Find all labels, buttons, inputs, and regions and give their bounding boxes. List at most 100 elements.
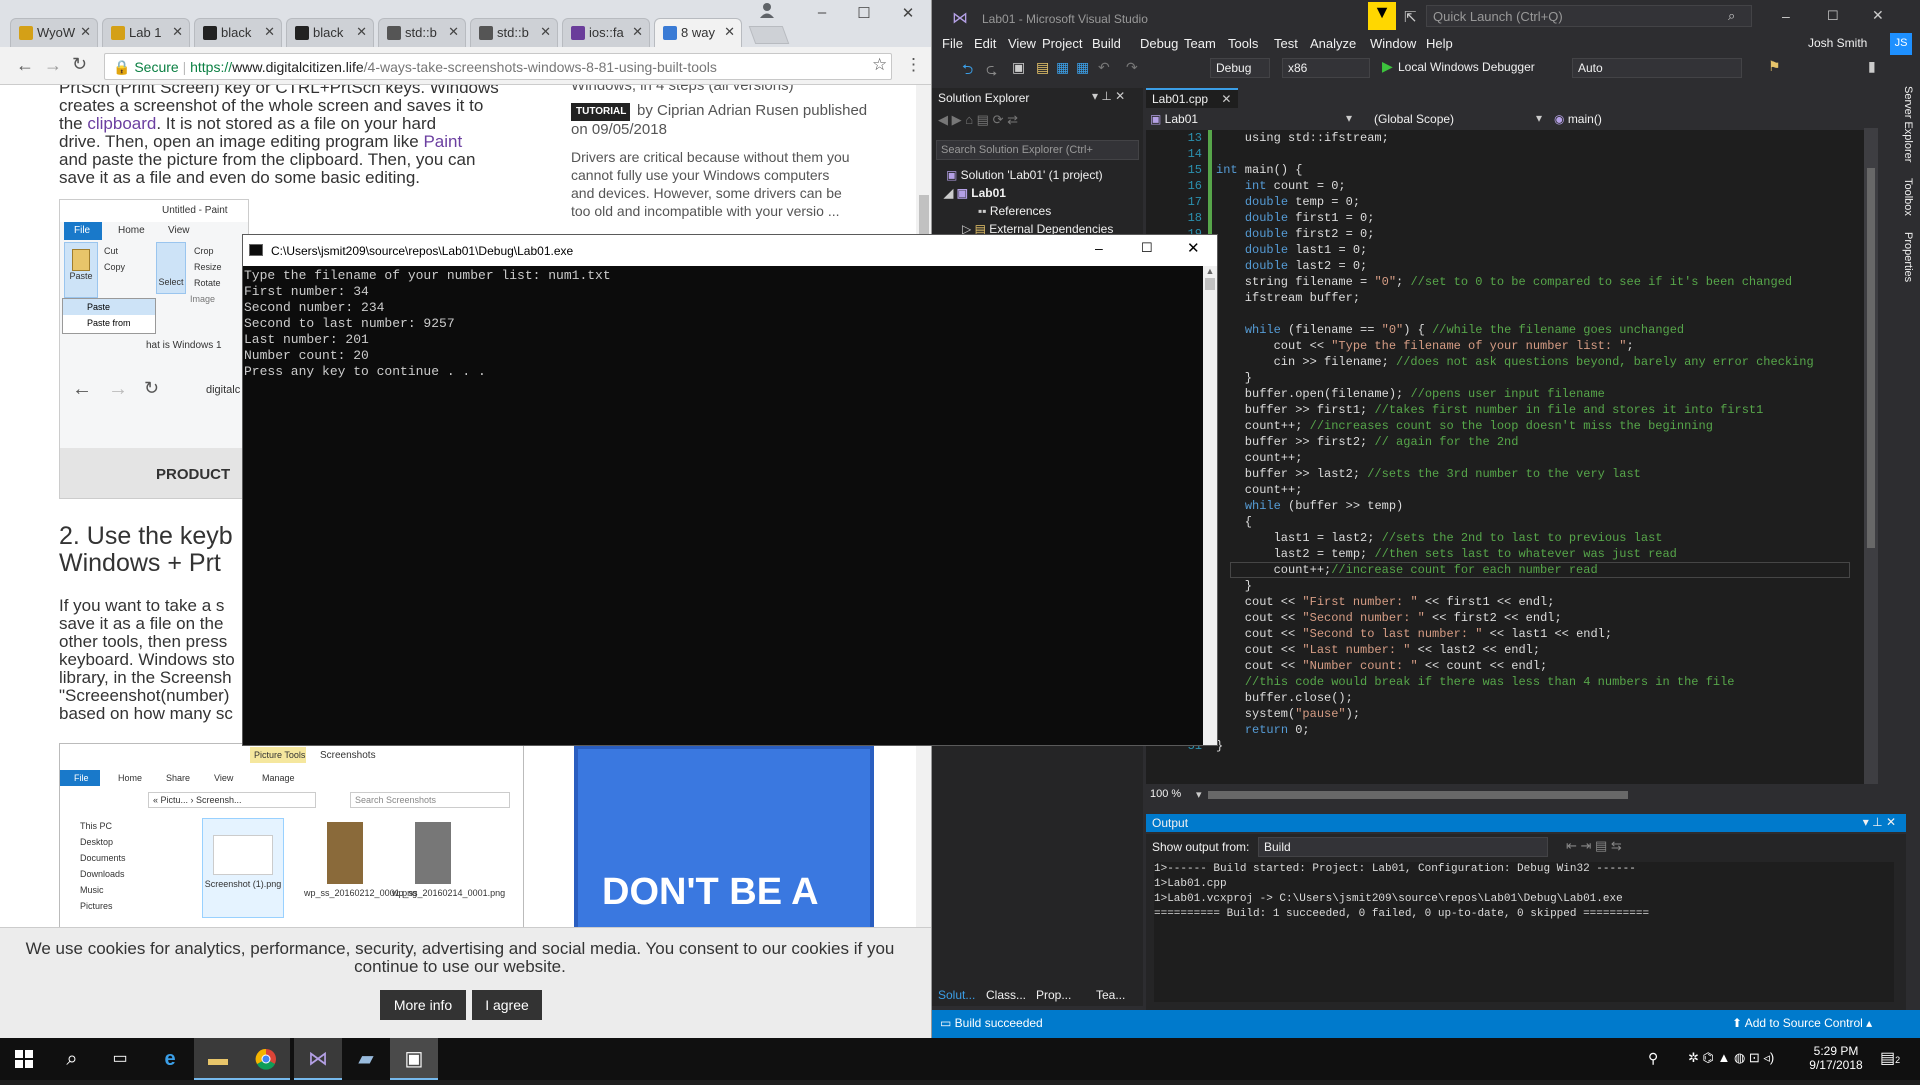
task-view-icon[interactable]: ▭: [96, 1038, 144, 1080]
tab-team[interactable]: Tea...: [1096, 988, 1125, 1002]
save-all-icon[interactable]: ▦: [1076, 59, 1089, 76]
browser-tab[interactable]: black ✕: [194, 18, 282, 47]
close-tab-icon[interactable]: ✕: [356, 24, 367, 40]
close-tab-icon[interactable]: ✕: [448, 24, 459, 40]
console-output[interactable]: Type the filename of your number list: n…: [243, 266, 1209, 745]
output-text[interactable]: 1>------ Build started: Project: Lab01, …: [1154, 862, 1894, 1002]
code-line[interactable]: 28 }: [1146, 370, 1866, 386]
config-dropdown[interactable]: Debug: [1210, 58, 1270, 78]
code-line[interactable]: 24: [1146, 306, 1866, 322]
code-line[interactable]: 42 cout << "First number: " << first1 <<…: [1146, 594, 1866, 610]
code-line[interactable]: 47 //this code would break if there was …: [1146, 674, 1866, 690]
close-tab-icon[interactable]: ✕: [264, 24, 275, 40]
scope-file-dropdown-icon[interactable]: ▾: [1346, 111, 1352, 125]
feedback-icon[interactable]: ⇱: [1404, 8, 1417, 26]
back-icon[interactable]: ←: [16, 55, 34, 76]
output-pin-close-icon[interactable]: ▾ ⊥ ✕: [1863, 815, 1896, 829]
more-info-button[interactable]: More info: [380, 990, 466, 1020]
console-close-button[interactable]: ✕: [1187, 239, 1200, 257]
run-target[interactable]: Local Windows Debugger: [1398, 60, 1535, 74]
tab-properties[interactable]: Prop...: [1036, 988, 1071, 1002]
vs-maximize-button[interactable]: ☐: [1827, 8, 1839, 24]
solution-configs-icon[interactable]: ⚑: [1768, 58, 1781, 75]
close-tab-icon[interactable]: ✕: [80, 24, 91, 40]
browser-tab[interactable]: std::b ✕: [378, 18, 466, 47]
menu-analyze[interactable]: Analyze: [1310, 36, 1356, 51]
menu-window[interactable]: Window: [1370, 36, 1416, 51]
console-taskbar-icon[interactable]: ▣: [390, 1038, 438, 1080]
clipboard-link[interactable]: clipboard: [87, 114, 156, 133]
notepad-icon[interactable]: ▰: [342, 1038, 390, 1080]
menu-debug[interactable]: Debug: [1140, 36, 1178, 51]
paint-link[interactable]: Paint: [423, 132, 462, 151]
code-line[interactable]: 13 using std::ifstream;: [1146, 130, 1866, 146]
code-editor[interactable]: 13 using std::ifstream; 14 15 int main() {1…: [1146, 130, 1878, 784]
menu-view[interactable]: View: [1008, 36, 1036, 51]
code-line[interactable]: 50 return 0;: [1146, 722, 1866, 738]
people-icon[interactable]: ⚲: [1648, 1050, 1658, 1067]
user-avatar[interactable]: JS: [1890, 33, 1912, 55]
code-line[interactable]: 30 buffer >> first1; //takes first numbe…: [1146, 402, 1866, 418]
maximize-button[interactable]: ☐: [842, 4, 886, 22]
code-line[interactable]: 21 double last2 = 0;: [1146, 258, 1866, 274]
code-line[interactable]: 43 cout << "Second number: " << first2 <…: [1146, 610, 1866, 626]
scroll-up-icon[interactable]: ▲: [1203, 266, 1217, 276]
code-line[interactable]: 36 while (buffer >> temp): [1146, 498, 1866, 514]
code-line[interactable]: 35 count++;: [1146, 482, 1866, 498]
code-line[interactable]: 51}: [1146, 738, 1866, 754]
menu-tools[interactable]: Tools: [1228, 36, 1258, 51]
scope-dropdown[interactable]: (Global Scope): [1374, 112, 1454, 126]
code-line[interactable]: 48 buffer.close();: [1146, 690, 1866, 706]
clock[interactable]: 5:29 PM 9/17/2018: [1806, 1044, 1866, 1072]
close-tab-icon[interactable]: ✕: [540, 24, 551, 40]
console-minimize-button[interactable]: –: [1095, 240, 1103, 256]
source-control-button[interactable]: ⬆ Add to Source Control ▴: [1732, 1016, 1872, 1030]
code-line[interactable]: 34 buffer >> last2; //sets the 3rd numbe…: [1146, 466, 1866, 482]
visual-studio-icon[interactable]: ⋈: [294, 1038, 342, 1080]
close-tab-icon[interactable]: ✕: [724, 24, 735, 40]
code-line[interactable]: 31 count++; //increases count so the loo…: [1146, 418, 1866, 434]
file-explorer-icon[interactable]: ▬: [194, 1038, 242, 1080]
properties-tab[interactable]: Properties: [1902, 232, 1914, 282]
code-line[interactable]: 46 cout << "Number count: " << count << …: [1146, 658, 1866, 674]
close-tab-icon[interactable]: ✕: [172, 24, 183, 40]
editor-tab[interactable]: Lab01.cpp ✕: [1146, 88, 1238, 108]
code-line[interactable]: 38 last1 = last2; //sets the 2nd to last…: [1146, 530, 1866, 546]
close-tab-icon[interactable]: ✕: [632, 24, 643, 40]
console-maximize-button[interactable]: ☐: [1141, 240, 1153, 256]
search-icon[interactable]: ⌕: [48, 1038, 96, 1080]
code-line[interactable]: 18 double first1 = 0;: [1146, 210, 1866, 226]
code-line[interactable]: 23 ifstream buffer;: [1146, 290, 1866, 306]
open-folder-icon[interactable]: ▤: [1036, 59, 1049, 76]
code-line[interactable]: 27 cin >> filename; //does not ask quest…: [1146, 354, 1866, 370]
code-line[interactable]: 49 system("pause");: [1146, 706, 1866, 722]
vs-minimize-button[interactable]: –: [1782, 8, 1790, 24]
code-line[interactable]: 25 while (filename == "0") { //while the…: [1146, 322, 1866, 338]
browser-tab[interactable]: std::b ✕: [470, 18, 558, 47]
zoom-dropdown-icon[interactable]: ▾: [1196, 788, 1202, 801]
code-line[interactable]: 15 int main() {: [1146, 162, 1866, 178]
tree-project[interactable]: ◢ ▣ Lab01: [944, 186, 1006, 200]
edge-icon[interactable]: e: [146, 1038, 194, 1080]
browser-tab[interactable]: Lab 1 ✕: [102, 18, 190, 47]
minimize-button[interactable]: –: [800, 4, 844, 21]
pin-icon[interactable]: ▾ ⊥ ✕: [1092, 89, 1125, 103]
reload-icon[interactable]: ↻: [72, 54, 87, 75]
code-line[interactable]: 19 double first2 = 0;: [1146, 226, 1866, 242]
code-line[interactable]: 22 string filename = "0"; //set to 0 to …: [1146, 274, 1866, 290]
action-center-icon[interactable]: ▤2: [1880, 1048, 1900, 1068]
forward-nav-icon[interactable]: ⮎: [986, 59, 997, 83]
tray-icons[interactable]: ✲ ⌬ ▲ ◍ ⊡ ◃): [1688, 1050, 1774, 1066]
menu-build[interactable]: Build: [1092, 36, 1121, 51]
code-line[interactable]: 14: [1146, 146, 1866, 162]
solution-search[interactable]: Search Solution Explorer (Ctrl+: [936, 140, 1139, 160]
menu-help[interactable]: Help: [1426, 36, 1453, 51]
code-line[interactable]: 20 double last1 = 0;: [1146, 242, 1866, 258]
toolbox-tab[interactable]: Toolbox: [1902, 178, 1914, 216]
scope-dropdown-icon[interactable]: ▾: [1536, 111, 1542, 125]
code-line[interactable]: 33 count++;: [1146, 450, 1866, 466]
editor-hscrollbar[interactable]: [1208, 791, 1628, 799]
profile-icon[interactable]: [758, 2, 780, 20]
browser-tab[interactable]: WyoW ✕: [10, 18, 98, 47]
browser-tab[interactable]: ios::fa ✕: [562, 18, 650, 47]
